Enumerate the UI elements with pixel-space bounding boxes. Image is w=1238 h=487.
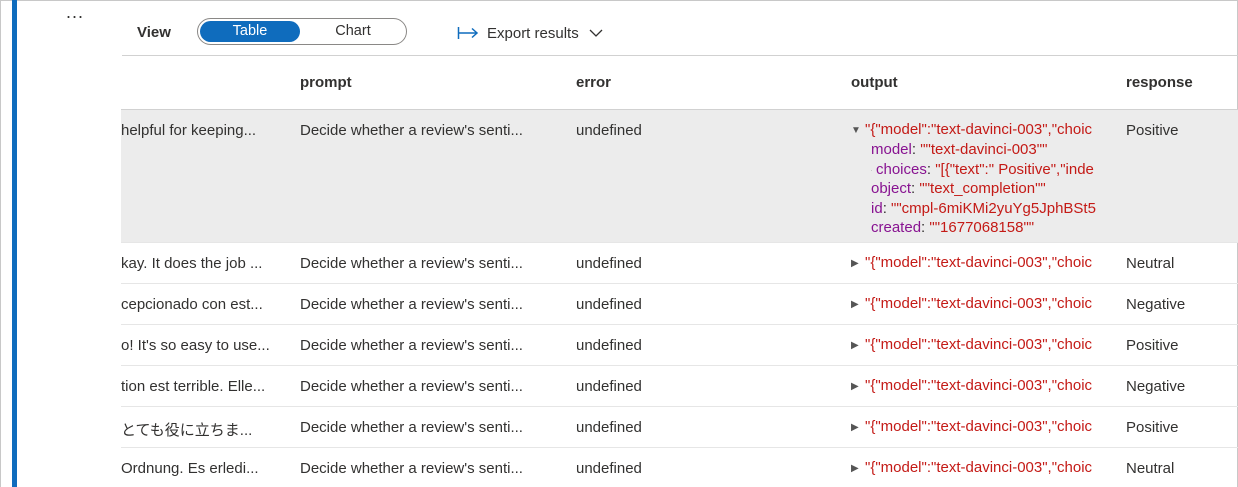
results-table: prompt error output response helpful for… (121, 55, 1238, 487)
output-json-string: "{"model":"text-davinci-003","choic (865, 459, 1093, 476)
output-cell: ▼ "{"model":"text-davinci-003","choic (851, 121, 1111, 138)
json-key: model (871, 141, 912, 158)
export-results-button[interactable]: Export results (457, 22, 603, 44)
json-value: ""text_completion"" (919, 180, 1046, 197)
table-header: prompt error output response (121, 55, 1238, 110)
prompt-cell: Decide whether a review's senti... (300, 255, 523, 272)
json-value: ""1677068158"" (929, 219, 1035, 236)
output-cell: ▶ "{"model":"text-davinci-003","choic (851, 418, 1111, 435)
output-cell: ▶ "{"model":"text-davinci-003","choic (851, 336, 1111, 353)
error-cell: undefined (576, 419, 642, 436)
json-key: created (871, 219, 922, 236)
more-options-button[interactable]: ... (66, 2, 84, 23)
json-key: choices (876, 160, 927, 178)
expand-triangle-icon[interactable]: ▶ (871, 161, 874, 181)
expand-triangle-icon[interactable]: ▶ (851, 463, 861, 474)
column-header-prompt[interactable]: prompt (300, 74, 352, 91)
view-chart-option[interactable]: Chart (302, 21, 404, 42)
selection-accent-bar (12, 0, 17, 487)
prompt-cell: Decide whether a review's senti... (300, 378, 523, 395)
json-tree-node: model: ""text-davinci-003"" (871, 141, 1048, 158)
export-arrow-icon (457, 27, 479, 39)
table-row[interactable]: とても役に立ちま... Decide whether a review's se… (121, 407, 1238, 448)
response-cell: Neutral (1126, 460, 1175, 477)
json-key: id (871, 199, 883, 217)
chevron-down-icon (589, 29, 603, 37)
prompt-cell: Decide whether a review's senti... (300, 419, 523, 436)
frame-border-left (0, 0, 1, 487)
table-row[interactable]: kay. It does the job ... Decide whether … (121, 243, 1238, 284)
expand-triangle-icon[interactable]: ▶ (851, 299, 861, 310)
json-tree-node: id: ""cmpl-6miKMi2yuYg5JphBSt5 (871, 199, 1096, 217)
json-tree-node: created: ""1677068158"" (871, 219, 1035, 236)
output-json-string: "{"model":"text-davinci-003","choic (865, 254, 1093, 271)
json-tree-node[interactable]: ▶choices: "[{"text":" Positive","inde (871, 160, 1111, 180)
view-label: View (137, 24, 171, 41)
table-row[interactable]: o! It's so easy to use... Decide whether… (121, 325, 1238, 366)
response-cell: Positive (1126, 337, 1179, 354)
column-header-output[interactable]: output (851, 74, 898, 91)
error-cell: undefined (576, 460, 642, 477)
error-cell: undefined (576, 255, 642, 272)
review-cell: tion est terrible. Elle... (121, 378, 266, 395)
more-icon: ... (66, 2, 85, 22)
json-tree-node: object: ""text_completion"" (871, 180, 1046, 197)
expand-triangle-icon[interactable]: ▶ (851, 340, 861, 351)
prompt-cell: Decide whether a review's senti... (300, 296, 523, 313)
json-key: object (871, 180, 912, 197)
response-cell: Neutral (1126, 255, 1175, 272)
error-cell: undefined (576, 378, 642, 395)
expand-triangle-icon[interactable]: ▶ (851, 381, 861, 392)
json-value: "[{"text":" Positive","inde (935, 160, 1094, 178)
output-json-string: "{"model":"text-davinci-003","choic (865, 295, 1093, 312)
json-value: ""cmpl-6miKMi2yuYg5JphBSt5 (891, 199, 1096, 217)
json-value: ""text-davinci-003"" (920, 141, 1048, 158)
collapse-triangle-icon[interactable]: ▼ (851, 125, 861, 136)
prompt-cell: Decide whether a review's senti... (300, 460, 523, 477)
output-cell: ▶ "{"model":"text-davinci-003","choic (851, 295, 1111, 312)
table-row[interactable]: cepcionado con est... Decide whether a r… (121, 284, 1238, 325)
error-cell: undefined (576, 122, 642, 139)
review-cell: helpful for keeping... (121, 122, 257, 139)
export-results-label: Export results (487, 24, 579, 42)
output-json-string: "{"model":"text-davinci-003","choic (865, 377, 1093, 394)
view-table-option[interactable]: Table (200, 21, 300, 42)
response-cell: Negative (1126, 296, 1186, 313)
table-row[interactable]: helpful for keeping... Decide whether a … (121, 110, 1238, 243)
output-cell: ▶ "{"model":"text-davinci-003","choic (851, 377, 1111, 394)
prompt-cell: Decide whether a review's senti... (300, 122, 523, 139)
response-cell: Positive (1126, 122, 1179, 139)
output-json-tree: model: ""text-davinci-003"" ▶choices: "[… (871, 140, 1111, 238)
column-header-error[interactable]: error (576, 74, 611, 91)
prompt-cell: Decide whether a review's senti... (300, 337, 523, 354)
toolbar: View Table Chart Export results (122, 0, 1238, 56)
output-cell: ▶ "{"model":"text-davinci-003","choic (851, 459, 1111, 476)
error-cell: undefined (576, 337, 642, 354)
error-cell: undefined (576, 296, 642, 313)
review-cell: kay. It does the job ... (121, 255, 263, 272)
expand-triangle-icon[interactable]: ▶ (851, 422, 861, 433)
review-cell: o! It's so easy to use... (121, 337, 270, 354)
view-toggle: Table Chart (197, 18, 407, 45)
response-cell: Negative (1126, 378, 1186, 395)
review-cell: Ordnung. Es erledi... (121, 460, 259, 477)
response-cell: Positive (1126, 419, 1179, 436)
output-cell: ▶ "{"model":"text-davinci-003","choic (851, 254, 1111, 271)
output-json-string: "{"model":"text-davinci-003","choic (865, 418, 1093, 435)
column-header-response[interactable]: response (1126, 74, 1193, 91)
expand-triangle-icon[interactable]: ▶ (851, 258, 861, 269)
table-row[interactable]: Ordnung. Es erledi... Decide whether a r… (121, 448, 1238, 487)
review-cell: cepcionado con est... (121, 296, 263, 313)
output-json-string: "{"model":"text-davinci-003","choic (865, 121, 1093, 138)
review-cell: とても役に立ちま... (121, 422, 253, 439)
output-json-string: "{"model":"text-davinci-003","choic (865, 336, 1093, 353)
table-row[interactable]: tion est terrible. Elle... Decide whethe… (121, 366, 1238, 407)
